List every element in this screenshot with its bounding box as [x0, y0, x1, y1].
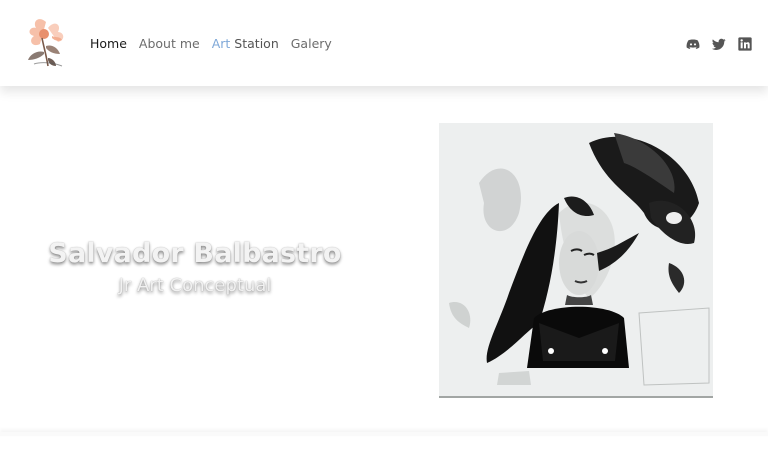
discord-icon[interactable]: [685, 36, 701, 52]
linkedin-icon[interactable]: [737, 36, 753, 52]
social-links: [685, 36, 753, 52]
hero-text: Salvador Balbastro Jr Art Conceptual: [40, 238, 350, 296]
nav-artstation-rest: Station: [230, 36, 279, 51]
nav-artstation-accent: Art: [211, 36, 231, 51]
twitter-icon[interactable]: [711, 36, 727, 52]
nav-galery-link[interactable]: Galery: [291, 36, 332, 51]
hero-name: Salvador Balbastro: [48, 238, 342, 269]
main-nav: Home About me Art Station Galery: [90, 36, 332, 51]
hero-subtitle: Jr Art Conceptual: [118, 275, 272, 296]
navbar: Home About me Art Station Galery: [0, 0, 768, 86]
nav-home-link[interactable]: Home: [90, 36, 127, 51]
nav-about-link[interactable]: About me: [139, 36, 200, 51]
nav-artstation-link[interactable]: Art Station: [212, 36, 279, 51]
section-divider: [0, 432, 768, 436]
flower-logo-icon[interactable]: [22, 14, 72, 74]
ink-portrait-artwork: [439, 123, 713, 398]
